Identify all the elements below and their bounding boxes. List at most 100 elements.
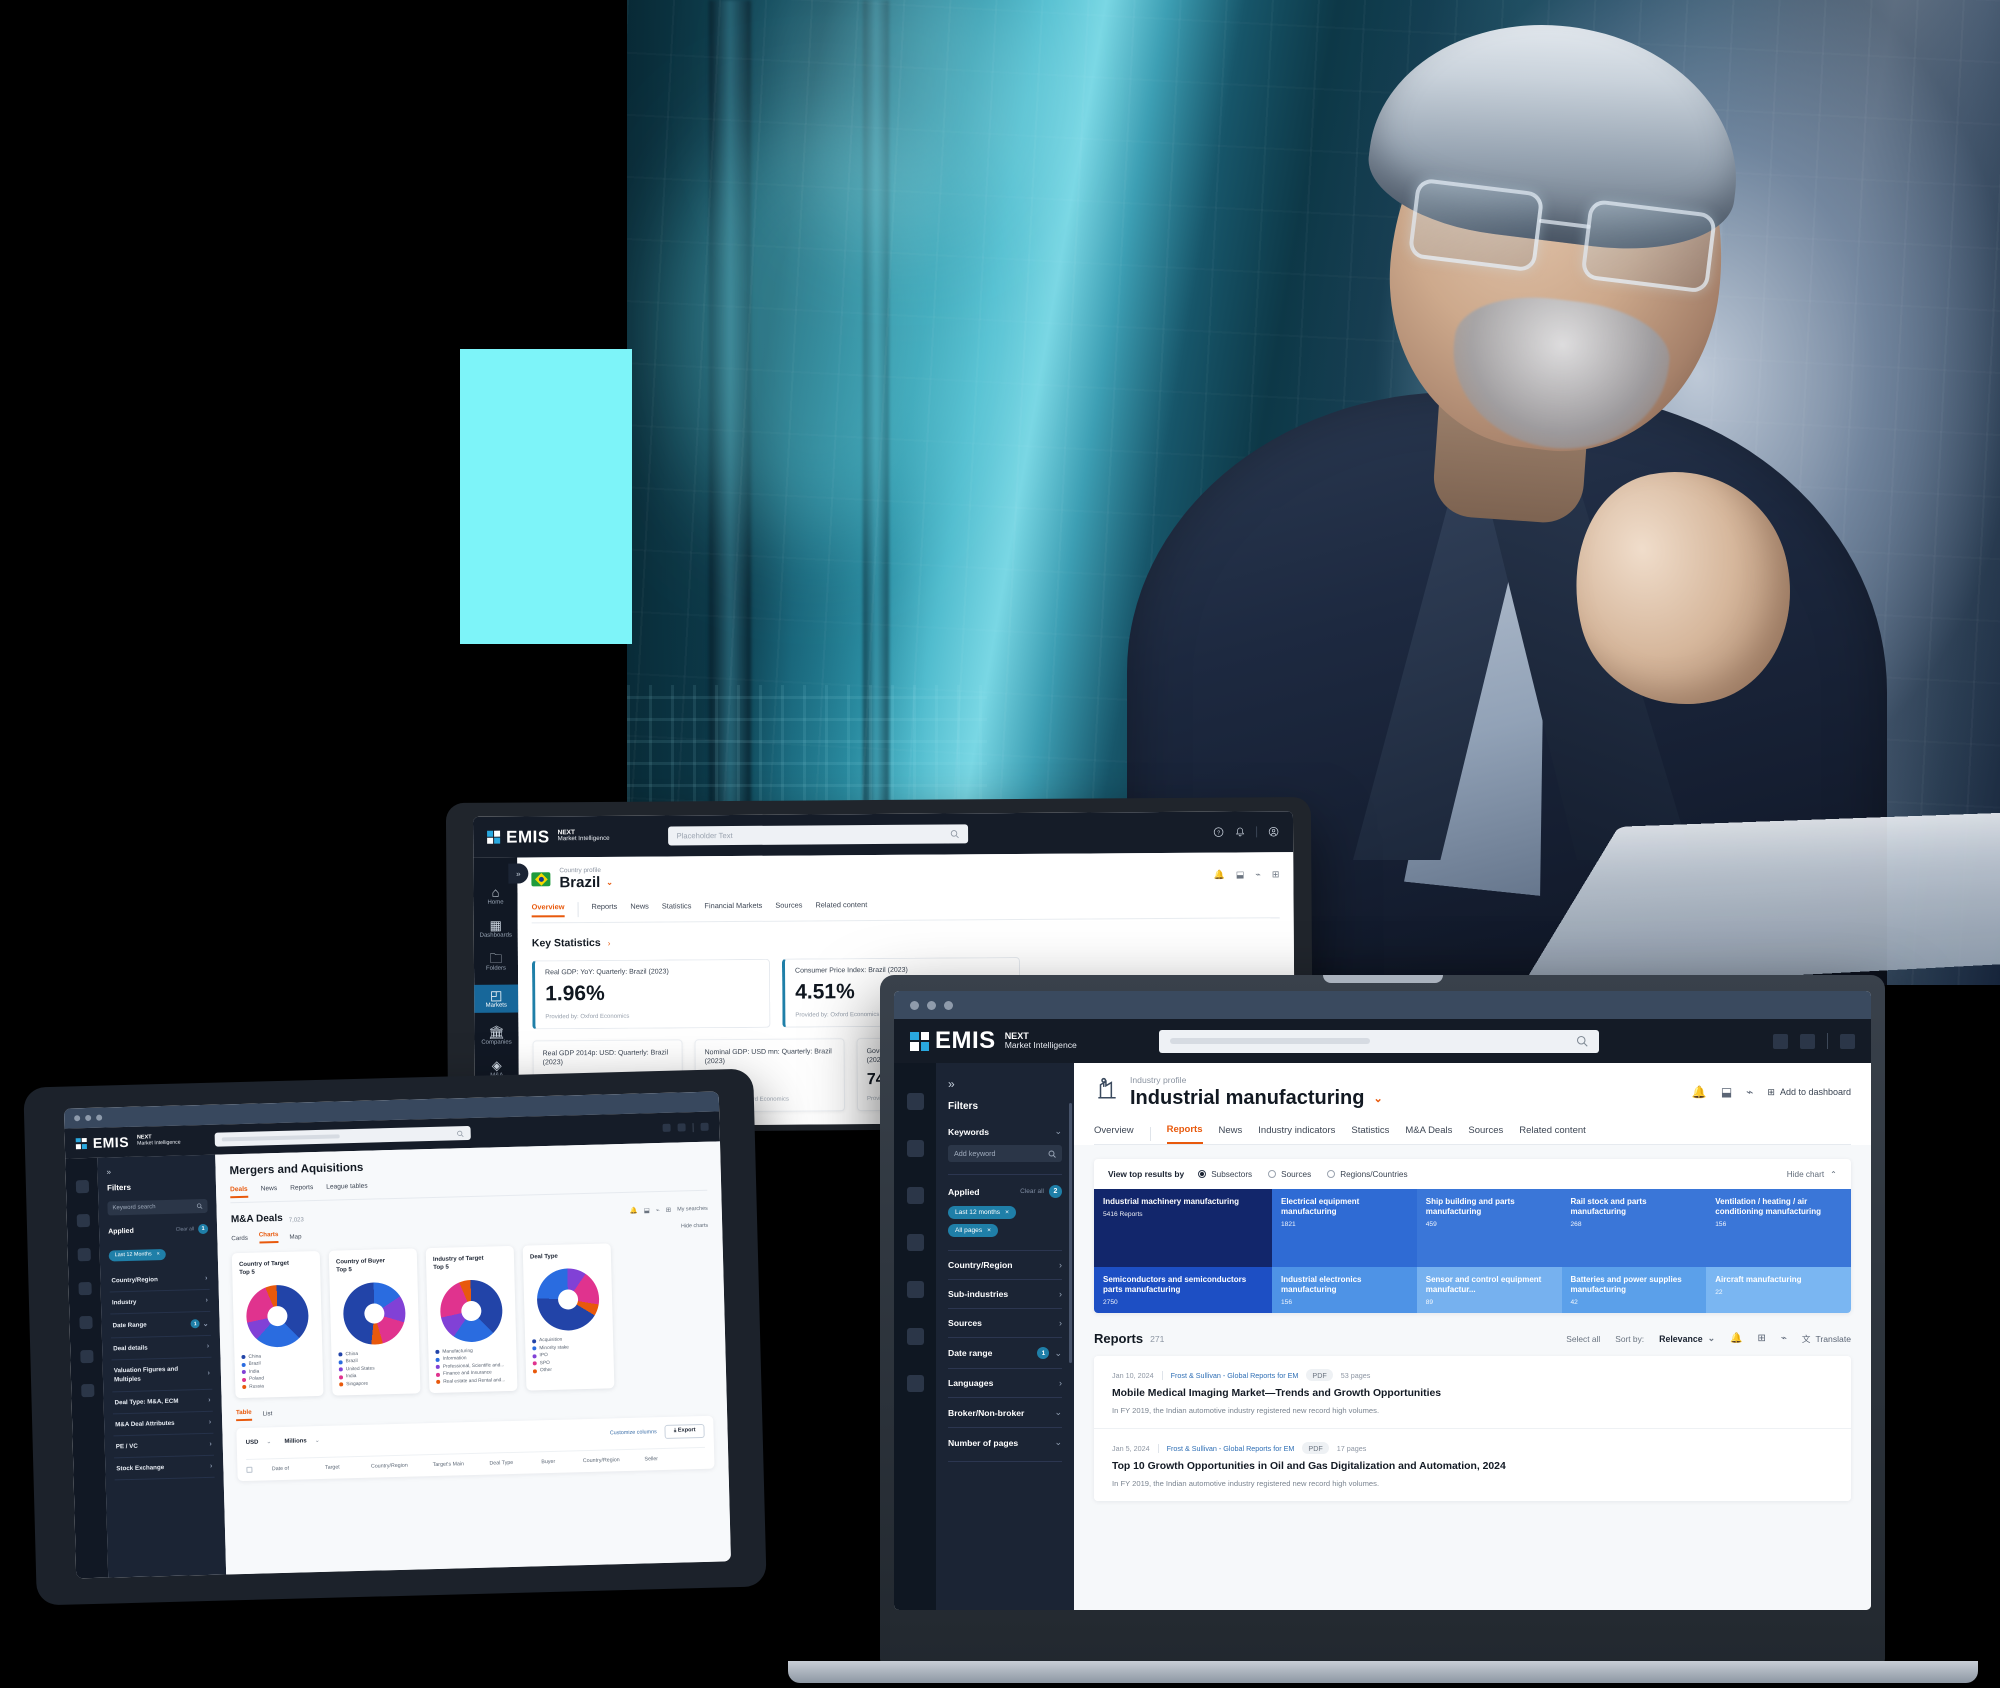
filter-group-deal-attributes[interactable]: M&A Deal Attributes › — [112, 1412, 214, 1437]
radio-sources[interactable]: Sources — [1268, 1170, 1311, 1179]
grid-icon[interactable]: ⊞ — [1757, 1333, 1765, 1344]
sidebar-item-folders[interactable] — [77, 1247, 91, 1262]
column-header[interactable]: Date of — [256, 1465, 304, 1472]
units-select[interactable]: Millions — [284, 1438, 306, 1445]
tab-industry-indicators[interactable]: Industry indicators — [1258, 1125, 1335, 1143]
sidebar-item-charting[interactable] — [80, 1383, 94, 1398]
column-header[interactable]: Target — [308, 1464, 356, 1471]
sidebar-item-ma[interactable] — [79, 1349, 94, 1364]
window-dot-maximize[interactable] — [96, 1114, 103, 1121]
tab-statistics[interactable]: Statistics — [1351, 1125, 1389, 1143]
window-dot-maximize[interactable] — [944, 1000, 953, 1010]
tab-statistics[interactable]: Statistics — [662, 901, 692, 916]
filter-group-deal-details[interactable]: Deal details › — [110, 1335, 212, 1361]
alert-bell-icon[interactable]: 🔔 — [1692, 1085, 1707, 1099]
help-circle-icon[interactable] — [1773, 1033, 1788, 1049]
search-input[interactable] — [1158, 1029, 1599, 1053]
window-dot-minimize[interactable] — [927, 1000, 936, 1010]
save-icon[interactable]: ⬓ — [1236, 869, 1245, 880]
collapse-chevrons-icon[interactable]: » — [508, 863, 529, 884]
clear-all-button[interactable]: Clear all — [176, 1226, 194, 1232]
table-tab-table[interactable]: Table — [235, 1408, 252, 1421]
help-circle-icon[interactable]: ? — [1213, 827, 1224, 838]
share-icon[interactable]: ⌁ — [656, 1206, 660, 1214]
column-header[interactable]: Target's Main — [422, 1461, 474, 1468]
chart-country-of-buyer[interactable]: Country of Buyer Top 5 China Brazil Unite… — [328, 1248, 421, 1396]
tab-reports[interactable]: Reports — [1166, 1124, 1203, 1144]
column-header[interactable]: Country/Region — [572, 1457, 630, 1465]
window-dot-close[interactable] — [74, 1115, 81, 1122]
applied-chip-all-pages[interactable]: All pages × — [948, 1224, 998, 1237]
sidebar-item-markets[interactable] — [906, 1234, 924, 1251]
user-avatar-icon[interactable] — [1268, 826, 1279, 837]
chart-deal-type[interactable]: Deal Type Acquisition Minority stake IPO… — [522, 1243, 615, 1391]
filter-group-valuation[interactable]: Valuation Figures and Multiples › — [111, 1357, 213, 1393]
treemap-tile[interactable]: Aircraft manufacturing 22 — [1706, 1267, 1851, 1313]
filter-group-sources[interactable]: Sources › — [948, 1308, 1062, 1337]
report-source[interactable]: Frost & Sullivan - Global Reports for EM — [1167, 1444, 1295, 1453]
sidebar-item-dashboards[interactable] — [906, 1140, 924, 1157]
sidebar-scrollbar[interactable] — [1069, 1103, 1072, 1363]
sidebar-item-markets[interactable]: ◰ Markets — [474, 984, 519, 1013]
export-button[interactable]: ⤓ Export — [664, 1423, 705, 1439]
tab-financial-markets[interactable]: Financial Markets — [704, 901, 762, 916]
tab-related-content[interactable]: Related content — [1519, 1125, 1586, 1143]
tab-news[interactable]: News — [1219, 1125, 1243, 1143]
filter-group-industry[interactable]: Industry › — [109, 1289, 211, 1315]
column-header[interactable]: Deal Type — [478, 1459, 524, 1467]
radio-subsectors[interactable]: Subsectors — [1198, 1170, 1252, 1179]
filter-group-date-range[interactable]: Date Range 1 ⌄ — [110, 1311, 211, 1339]
help-circle-icon[interactable] — [662, 1123, 671, 1132]
share-icon[interactable]: ⌁ — [1746, 1085, 1753, 1099]
filter-group-broker[interactable]: Broker/Non-broker ⌄ — [948, 1397, 1062, 1427]
keyword-search-input[interactable]: Keyword search — [107, 1198, 208, 1216]
add-to-dashboard-button[interactable]: ⊞ Add to dashboard — [1767, 1087, 1851, 1098]
tab-overview[interactable]: Overview — [531, 902, 565, 918]
filter-group-deal-type[interactable]: Deal Type: M&A, ECM › — [112, 1390, 213, 1415]
sidebar-item-ma[interactable] — [906, 1328, 924, 1345]
tab-deals[interactable]: Deals — [229, 1185, 248, 1199]
treemap-tile[interactable]: Ventilation / heating / air conditioning… — [1706, 1189, 1851, 1267]
my-searches-button[interactable]: My searches — [677, 1206, 708, 1213]
window-dot-minimize[interactable] — [85, 1114, 92, 1122]
tab-sources[interactable]: Sources — [1468, 1125, 1503, 1143]
filter-group-number-of-pages[interactable]: Number of pages ⌄ — [948, 1427, 1062, 1457]
share-icon[interactable]: ⌁ — [1255, 869, 1260, 880]
sidebar-item-dashboards[interactable]: ▦ Dashboards — [474, 918, 518, 939]
sidebar-item-markets[interactable] — [77, 1281, 92, 1296]
bell-icon[interactable] — [1800, 1033, 1815, 1049]
sidebar-item-companies[interactable]: 🏛 Companies — [474, 1025, 518, 1046]
close-icon[interactable]: × — [157, 1251, 160, 1257]
close-icon[interactable]: × — [987, 1227, 991, 1234]
radio-regions-countries[interactable]: Regions/Countries — [1327, 1170, 1408, 1179]
share-icon[interactable]: ⌁ — [1781, 1333, 1787, 1344]
view-tab-map[interactable]: Map — [289, 1233, 301, 1240]
tab-league-tables[interactable]: League tables — [326, 1183, 368, 1196]
chart-country-of-target[interactable]: Country of Target Top 5 China Brazil Indi… — [231, 1250, 324, 1398]
filter-group-date-range[interactable]: Date range 1 ⌄ — [948, 1337, 1062, 1368]
report-list-item[interactable]: Jan 5, 2024 Frost & Sullivan - Global Re… — [1094, 1429, 1851, 1501]
sort-by-select[interactable]: Relevance ⌄ — [1659, 1333, 1715, 1344]
clear-all-button[interactable]: Clear all — [1020, 1188, 1044, 1195]
report-title[interactable]: Mobile Medical Imaging Market—Trends and… — [1112, 1388, 1833, 1399]
treemap-tile[interactable]: Semiconductors and semiconductors parts … — [1094, 1267, 1272, 1313]
tab-news[interactable]: News — [261, 1185, 278, 1197]
sidebar-item-home[interactable]: ⌂ Home — [473, 885, 517, 906]
collapse-chevrons-icon[interactable]: » — [106, 1165, 206, 1176]
report-title[interactable]: Top 10 Growth Opportunities in Oil and G… — [1112, 1461, 1833, 1472]
filter-group-stock-exchange[interactable]: Stock Exchange › — [114, 1456, 215, 1481]
view-tab-charts[interactable]: Charts — [258, 1231, 279, 1244]
tab-news[interactable]: News — [630, 902, 649, 917]
add-to-dashboard-icon[interactable]: ⊞ — [1272, 869, 1280, 880]
treemap-tile[interactable]: Industrial machinery manufacturing 5416 … — [1094, 1189, 1272, 1267]
collapse-chevrons-icon[interactable]: » — [948, 1077, 1062, 1091]
emis-logo[interactable]: EMIS NEXT Market Intelligence — [910, 1027, 1077, 1055]
tab-overview[interactable]: Overview — [1094, 1125, 1134, 1143]
emis-logo[interactable]: EMIS NEXT Market Intelligence — [487, 826, 610, 847]
column-header[interactable]: Seller — [634, 1456, 668, 1463]
report-source[interactable]: Frost & Sullivan - Global Reports for EM — [1171, 1371, 1299, 1380]
tab-sources[interactable]: Sources — [775, 901, 802, 916]
chart-industry-of-target[interactable]: Industry of Target Top 5 Manufacturing In… — [425, 1245, 518, 1393]
tab-reports[interactable]: Reports — [591, 902, 617, 917]
hide-charts-button[interactable]: Hide charts — [681, 1223, 708, 1230]
